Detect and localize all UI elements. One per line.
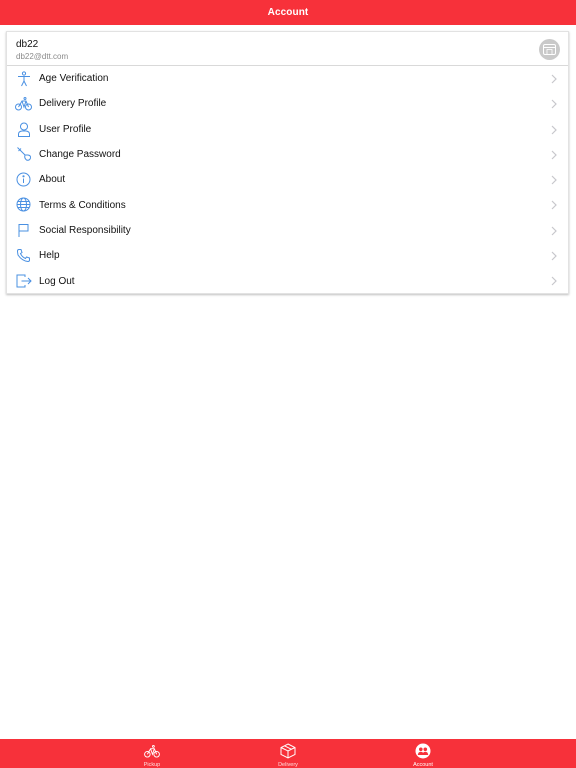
tab-label: Account: [413, 762, 433, 768]
page-title: Account: [267, 7, 309, 18]
nav-bar: Account: [0, 0, 576, 25]
store-icon: [543, 44, 556, 55]
menu-item-age-verification[interactable]: Age Verification: [7, 66, 568, 91]
menu-item-label: Delivery Profile: [39, 98, 107, 110]
tab-label: Pickup: [143, 762, 161, 768]
menu-item-label: About: [39, 174, 66, 186]
menu-item-label: Log Out: [39, 275, 75, 287]
menu-item-label: Help: [39, 250, 60, 262]
chevron-right-icon: [551, 226, 557, 236]
chevron-right-icon: [551, 125, 557, 135]
globe-icon: [15, 196, 32, 213]
key-icon: [15, 146, 32, 163]
menu-item-change-password[interactable]: Change Password: [7, 142, 568, 167]
menu-item-label: Terms & Conditions: [39, 199, 126, 211]
tab-account[interactable]: Account: [393, 739, 453, 768]
chevron-right-icon: [551, 150, 557, 160]
menu-item-social-responsibility[interactable]: Social Responsibility: [7, 218, 568, 243]
tab-bar: Pickup Delivery Account: [0, 739, 576, 768]
logout-icon: [15, 272, 32, 289]
flag-icon: [15, 222, 32, 239]
menu-item-terms[interactable]: Terms & Conditions: [7, 192, 568, 217]
chevron-right-icon: [551, 276, 557, 286]
menu-item-label: User Profile: [39, 123, 92, 135]
phone-icon: [15, 247, 32, 264]
chevron-right-icon: [551, 99, 557, 109]
menu-item-label: Social Responsibility: [39, 224, 131, 236]
menu-item-label: Age Verification: [39, 73, 109, 85]
menu-item-user-profile[interactable]: User Profile: [7, 117, 568, 142]
avatar[interactable]: [539, 39, 560, 60]
profile-row[interactable]: db22 db22@dtt.com: [7, 32, 568, 66]
menu-item-log-out[interactable]: Log Out: [7, 268, 568, 293]
tab-pickup[interactable]: Pickup: [122, 739, 182, 768]
app-screen: Account db22 db22@dtt.com Age Verificati…: [0, 0, 576, 768]
box-icon: [280, 743, 296, 759]
chevron-right-icon: [551, 175, 557, 185]
profile-name: db22: [16, 39, 39, 50]
menu-item-about[interactable]: About: [7, 167, 568, 192]
menu-item-label: Change Password: [39, 149, 121, 161]
chevron-right-icon: [551, 201, 557, 210]
bicycle-icon: [15, 95, 32, 112]
person-icon: [15, 70, 32, 87]
chevron-right-icon: [551, 251, 557, 261]
menu-item-delivery-profile[interactable]: Delivery Profile: [7, 91, 568, 116]
chevron-right-icon: [551, 74, 557, 84]
account-card: db22 db22@dtt.com Age Verification Deliv…: [6, 31, 569, 294]
account-icon: [415, 743, 431, 759]
info-icon: [15, 171, 32, 188]
menu-item-help[interactable]: Help: [7, 243, 568, 268]
user-icon: [15, 121, 32, 138]
tab-delivery[interactable]: Delivery: [258, 739, 318, 768]
tab-label: Delivery: [278, 762, 298, 768]
bicycle-icon: [144, 743, 160, 759]
profile-email: db22@dtt.com: [16, 52, 69, 61]
